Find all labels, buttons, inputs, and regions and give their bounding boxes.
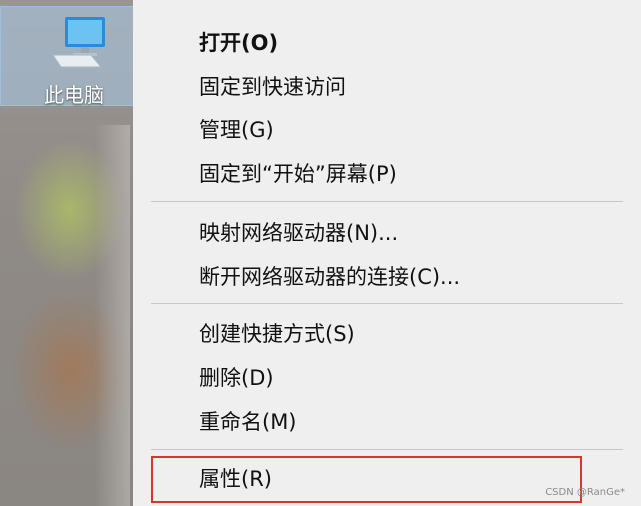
menu-separator [151, 449, 623, 450]
this-pc-label: 此电脑 [44, 83, 104, 107]
menu-item-manage[interactable]: 管理(G) [199, 113, 274, 147]
context-menu: 打开(O) 固定到快速访问 管理(G) 固定到“开始”屏幕(P) 映射网络驱动器… [133, 0, 641, 506]
menu-item-delete[interactable]: 删除(D) [199, 361, 274, 395]
menu-separator [151, 303, 623, 304]
menu-item-pin-start[interactable]: 固定到“开始”屏幕(P) [199, 157, 397, 191]
menu-item-pin-quick-access[interactable]: 固定到快速访问 [199, 70, 346, 104]
menu-item-rename[interactable]: 重命名(M) [199, 405, 297, 439]
this-pc-desktop-icon[interactable]: 此电脑 [0, 6, 148, 107]
menu-item-disconnect-network-drive[interactable]: 断开网络驱动器的连接(C)... [199, 260, 460, 294]
menu-item-create-shortcut[interactable]: 创建快捷方式(S) [199, 317, 355, 351]
computer-icon [52, 17, 105, 68]
blurred-window-edge [95, 125, 130, 506]
menu-item-map-network-drive[interactable]: 映射网络驱动器(N)... [199, 216, 398, 250]
menu-separator [151, 201, 623, 202]
menu-item-open[interactable]: 打开(O) [199, 26, 278, 60]
properties-highlight-box [151, 456, 582, 503]
watermark-text: CSDN @RanGe* [545, 487, 625, 498]
